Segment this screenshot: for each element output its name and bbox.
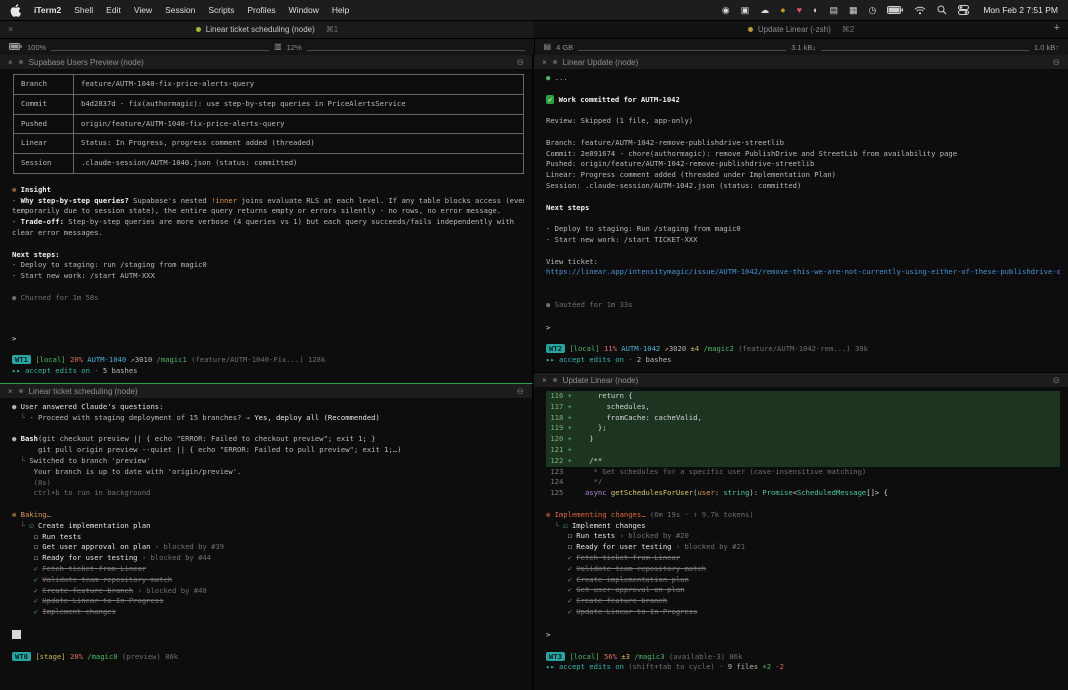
tab-title: Update Linear (-zsh) bbox=[758, 25, 831, 34]
pane-title: Linear Update (node) bbox=[563, 58, 639, 67]
iterm2-window: iTerm2 Shell Edit View Session Scripts P… bbox=[0, 0, 1068, 690]
output-lines: ● User answered Claude's questions: └ - … bbox=[12, 402, 524, 618]
menu-bar-clock[interactable]: Mon Feb 2 7:51 PM bbox=[983, 5, 1058, 15]
menu-bar: iTerm2 Shell Edit View Session Scripts P… bbox=[0, 0, 1068, 20]
menu-profiles[interactable]: Profiles bbox=[247, 5, 275, 15]
network-upload: 1.0 kB↑ bbox=[1034, 43, 1059, 52]
session-indicator-icon bbox=[553, 378, 557, 382]
keyboard-icon[interactable]: ▦ bbox=[849, 6, 858, 15]
pane-titlebar: × Supabase Users Preview (node) ⊖ bbox=[0, 55, 532, 69]
app-menu[interactable]: iTerm2 bbox=[34, 5, 61, 15]
control-center-icon[interactable] bbox=[958, 5, 969, 15]
close-pane-icon[interactable]: × bbox=[542, 376, 547, 385]
network-download: 3.1 kB↓ bbox=[791, 43, 816, 52]
status-bar-right: ▤ 4 GB 3.1 kB↓ 1.0 kB↑ bbox=[535, 39, 1068, 55]
memory-icon: ▤ bbox=[544, 43, 552, 51]
prompt-and-statusline[interactable]: > WT1 [local] 20% AUTM-1040 ↗3010 /magic… bbox=[12, 334, 524, 377]
menu-view[interactable]: View bbox=[134, 5, 152, 15]
terminal-output[interactable]: 116 + return { 117 + schedules, 118 + fr… bbox=[534, 387, 1068, 690]
menu-bar-status-items: ◉ ▣ ☁ ● ♥ ◐ ▤ ▦ ◷ Mon Feb 2 7:51 PM bbox=[722, 5, 1058, 15]
shortcuts-icon[interactable]: ◉ bbox=[722, 6, 730, 15]
maximize-pane-icon[interactable]: ⊖ bbox=[1052, 57, 1060, 68]
tab-shortcut: ⌘2 bbox=[842, 25, 854, 34]
cpu-icon: ▥ bbox=[274, 43, 282, 51]
close-pane-icon[interactable]: × bbox=[8, 387, 13, 396]
memory-graph bbox=[578, 43, 786, 51]
pane-titlebar: × Linear Update (node) ⊖ bbox=[534, 55, 1068, 69]
pane-supabase-users-preview[interactable]: × Supabase Users Preview (node) ⊖ Branch… bbox=[0, 55, 533, 383]
app-dot-icon[interactable]: ● bbox=[780, 6, 785, 15]
commit-summary-table: Branchfeature/AUTM-1040-fix-price-alerts… bbox=[13, 74, 524, 174]
tab-bar: × Linear ticket scheduling (node) ⌘1 Upd… bbox=[0, 20, 1068, 38]
menu-shell[interactable]: Shell bbox=[74, 5, 93, 15]
battery-graph bbox=[51, 43, 269, 51]
cpu-percent: 12% bbox=[287, 43, 302, 52]
terminal-output[interactable]: Branchfeature/AUTM-1040-fix-price-alerts… bbox=[0, 69, 532, 383]
pane-title: Linear ticket scheduling (node) bbox=[29, 387, 138, 396]
pane-titlebar: × Update Linear (node) ⊖ bbox=[534, 373, 1068, 387]
pane-linear-update[interactable]: × Linear Update (node) ⊖ ● ... ✓ Work co… bbox=[534, 55, 1068, 372]
pane-grid: × Supabase Users Preview (node) ⊖ Branch… bbox=[0, 55, 1068, 690]
status-bar-left: 100% ▥ 12% bbox=[0, 39, 535, 55]
pane-title: Update Linear (node) bbox=[563, 376, 639, 385]
output-lines: ● ... ✓ Work committed for AUTM-1042 Rev… bbox=[546, 73, 1060, 311]
menu-help[interactable]: Help bbox=[332, 5, 349, 15]
docker-icon[interactable]: ☁ bbox=[760, 6, 769, 15]
pane-update-linear[interactable]: × Update Linear (node) ⊖ 116 + return { … bbox=[534, 372, 1068, 690]
session-indicator-icon bbox=[553, 60, 557, 64]
search-icon[interactable] bbox=[937, 5, 947, 15]
maximize-pane-icon[interactable]: ⊖ bbox=[1052, 375, 1060, 386]
battery-indicator-icon bbox=[9, 43, 22, 52]
close-pane-icon[interactable]: × bbox=[8, 58, 13, 67]
network-down-graph bbox=[821, 43, 1029, 51]
tab-activity-icon bbox=[748, 27, 753, 32]
tab-linear-ticket-scheduling[interactable]: Linear ticket scheduling (node) ⌘1 bbox=[0, 21, 534, 38]
new-tab-button[interactable]: + bbox=[1054, 23, 1060, 34]
heart-icon[interactable]: ♥ bbox=[797, 6, 802, 15]
apple-menu-icon[interactable] bbox=[10, 4, 21, 17]
menu-edit[interactable]: Edit bbox=[106, 5, 121, 15]
maximize-pane-icon[interactable]: ⊖ bbox=[516, 386, 524, 397]
tab-activity-icon bbox=[196, 27, 201, 32]
battery-icon[interactable] bbox=[887, 6, 903, 14]
terminal-output[interactable]: ● User answered Claude's questions: └ - … bbox=[0, 398, 532, 690]
pane-linear-ticket-scheduling[interactable]: × Linear ticket scheduling (node) ⊖ ● Us… bbox=[0, 383, 533, 690]
prompt-and-statusline[interactable]: WT0 [stage] 20% /magic0 (preview) 86k bbox=[12, 630, 524, 684]
output-lines: 116 + return { 117 + schedules, 118 + fr… bbox=[546, 391, 1060, 618]
memory-value: 4 GB bbox=[556, 43, 573, 52]
pane-titlebar: × Linear ticket scheduling (node) ⊖ bbox=[0, 384, 532, 398]
session-indicator-icon bbox=[19, 389, 23, 393]
terminal-output[interactable]: ● ... ✓ Work committed for AUTM-1042 Rev… bbox=[534, 69, 1068, 372]
menu-window[interactable]: Window bbox=[289, 5, 319, 15]
wifi-icon[interactable] bbox=[914, 6, 926, 15]
close-pane-icon[interactable]: × bbox=[542, 58, 547, 67]
tab-shortcut: ⌘1 bbox=[326, 25, 338, 34]
pane-title: Supabase Users Preview (node) bbox=[29, 58, 144, 67]
prompt-and-statusline[interactable]: > WT2 [local] 11% AUTM-1042 ↗3020 ±4 /ma… bbox=[546, 323, 1060, 366]
tab-title: Linear ticket scheduling (node) bbox=[206, 25, 315, 34]
iterm-status-bar: 100% ▥ 12% ▤ 4 GB 3.1 kB↓ 1.0 kB↑ bbox=[0, 38, 1068, 55]
session-indicator-icon bbox=[19, 60, 23, 64]
clock-widget-icon[interactable]: ◷ bbox=[868, 6, 876, 15]
prompt-and-statusline[interactable]: > WT3 [local] 56% ±3 /magic3 (available-… bbox=[546, 630, 1060, 684]
output-lines: ✻ Insight- Why step-by-step queries? Sup… bbox=[12, 174, 524, 304]
menu-bar-menus: iTerm2 Shell Edit View Session Scripts P… bbox=[10, 4, 349, 17]
cpu-graph bbox=[307, 43, 525, 51]
maximize-pane-icon[interactable]: ⊖ bbox=[516, 57, 524, 68]
battery-percent: 100% bbox=[27, 43, 46, 52]
tab-close-icon[interactable]: × bbox=[8, 25, 13, 34]
menu-scripts[interactable]: Scripts bbox=[208, 5, 234, 15]
menu-session[interactable]: Session bbox=[165, 5, 195, 15]
tab-update-linear[interactable]: Update Linear (-zsh) ⌘2 bbox=[534, 21, 1068, 38]
moon-icon[interactable]: ◐ bbox=[813, 6, 818, 15]
chip-icon[interactable]: ▤ bbox=[829, 6, 838, 15]
display-icon[interactable]: ▣ bbox=[741, 6, 750, 15]
